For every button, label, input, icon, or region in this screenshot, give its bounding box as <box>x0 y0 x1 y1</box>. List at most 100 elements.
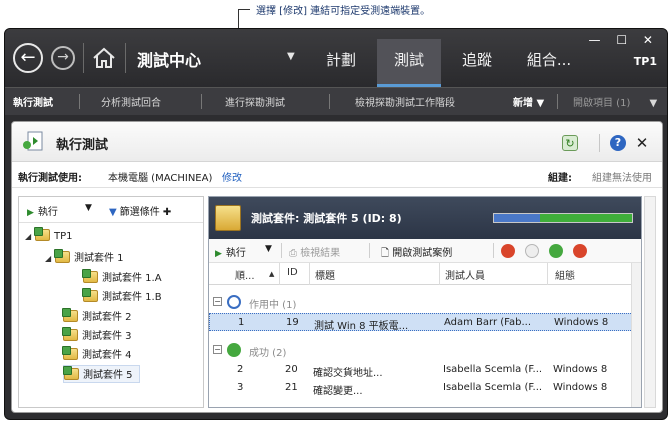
cell-tester: Isabella Scemla (F... <box>443 364 543 375</box>
table-row[interactable]: 2 20 確認交貨地址... Isabella Scemla (F... Win… <box>209 361 641 379</box>
cell-order: 2 <box>237 364 244 375</box>
run-settings-line: 執行測試使用: 本機電腦 (MACHINEA) 修改 組建: 組建無法使用 <box>12 162 662 188</box>
open-items[interactable]: 開啟項目 (1) ▼ <box>573 94 657 109</box>
window-controls[interactable]: — ☐ ✕ <box>589 33 659 47</box>
divider <box>599 134 600 152</box>
tree-node-suite-3[interactable]: 測試套件 3 <box>62 327 132 345</box>
grid-run-button[interactable]: 執行 <box>215 244 246 259</box>
tree-node-label: 測試套件 1.B <box>102 292 162 303</box>
filter-label: 篩選條件 <box>119 207 160 218</box>
reset-test-icon[interactable] <box>525 244 539 258</box>
subnav-analyze-runs[interactable]: 分析測試回合 <box>101 94 161 109</box>
column-id[interactable]: ID <box>287 267 298 278</box>
screenshot-root: 選擇 [修改] 連結可指定受測遠端裝置。 ← → 測試中心 ▼ 計劃 測試 追蹤… <box>0 0 672 424</box>
test-suite-icon <box>63 366 79 380</box>
tab-plan[interactable]: 計劃 <box>311 39 371 87</box>
cell-id: 19 <box>286 317 299 328</box>
chevron-down-icon[interactable]: ▼ <box>287 51 295 62</box>
modify-link[interactable]: 修改 <box>222 169 242 184</box>
tree-node-label: 測試套件 1.A <box>102 273 162 284</box>
test-suite-icon <box>82 288 98 302</box>
help-icon[interactable]: ? <box>610 135 626 151</box>
group-label: 作用中 (1) <box>249 300 297 311</box>
table-row[interactable]: 1 19 測試 Win 8 平板電... Adam Barr (Fab... W… <box>209 313 641 332</box>
test-suite-icon <box>62 346 78 360</box>
collapse-icon[interactable]: − <box>213 297 222 306</box>
column-title[interactable]: 標題 <box>315 267 335 282</box>
open-test-case-button[interactable]: 🗋 開啟測試案例 <box>381 244 452 263</box>
filter-icon: ▼ <box>109 207 117 218</box>
cell-title: 確認變更... <box>313 386 363 397</box>
cell-tester: Isabella Scemla (F... <box>443 382 543 393</box>
column-configuration[interactable]: 組態 <box>555 267 575 282</box>
divider <box>329 94 330 109</box>
tree-node-suite-1b[interactable]: 測試套件 1.B <box>82 288 162 306</box>
test-points-grid: 測試套件: 測試套件 5 (ID: 8) 執行 ▼ ⎙ 檢視結果 🗋 開啟測試案… <box>208 196 642 408</box>
subnav-exploratory[interactable]: 進行探勘測試 <box>225 94 285 109</box>
block-test-icon[interactable] <box>501 244 515 258</box>
subnav-run-tests[interactable]: 執行測試 <box>13 94 53 109</box>
group-passed[interactable]: − 成功 (2) <box>209 341 641 359</box>
filter-button[interactable]: ▼ 篩選條件 ✚ <box>109 203 171 218</box>
progress-passed <box>539 214 632 222</box>
tree-node-label: 測試套件 5 <box>83 370 133 381</box>
view-results-button[interactable]: ⎙ 檢視結果 <box>289 244 340 259</box>
new-menu[interactable]: 新增 ▼ <box>513 94 544 109</box>
column-order[interactable]: 順... <box>235 267 255 282</box>
tree-node-label: TP1 <box>54 231 73 242</box>
fail-test-icon[interactable] <box>573 244 587 258</box>
tree-node-suite-5[interactable]: 測試套件 5 <box>63 365 140 383</box>
collapse-icon[interactable]: − <box>213 345 222 354</box>
tab-build[interactable]: 組合... <box>513 39 585 87</box>
tree-node-label: 測試套件 1 <box>74 253 124 264</box>
panel-title: 執行測試 <box>56 138 109 153</box>
cell-title: 確認交貨地址... <box>313 368 383 379</box>
forward-button[interactable]: → <box>51 46 75 70</box>
tree-node-suite-1[interactable]: ◢ 測試套件 1 <box>45 249 124 267</box>
view-results-label: 檢視結果 <box>300 248 341 259</box>
divider <box>557 94 558 109</box>
test-suite-icon <box>82 269 98 283</box>
pass-test-icon[interactable] <box>549 244 563 258</box>
machine-name: 本機電腦 (MACHINEA) <box>108 173 213 184</box>
back-button[interactable]: ← <box>13 43 43 73</box>
column-tester[interactable]: 測試人員 <box>445 267 485 282</box>
table-row[interactable]: 3 21 確認變更... Isabella Scemla (F... Windo… <box>209 379 641 397</box>
cell-tester: Adam Barr (Fab... <box>444 317 532 328</box>
grid-scrollbar[interactable] <box>631 263 641 407</box>
divider <box>83 43 84 73</box>
suite-progress-bar <box>493 213 633 223</box>
tab-test[interactable]: 測試 <box>377 39 441 87</box>
cell-title: 測試 Win 8 平板電... <box>314 321 409 332</box>
cell-order: 1 <box>238 317 245 328</box>
subnav-view-sessions[interactable]: 檢視探勘測試工作階段 <box>355 94 455 109</box>
chevron-down-icon[interactable]: ▼ <box>85 203 92 213</box>
panel-scrollbar[interactable] <box>644 196 656 408</box>
refresh-icon[interactable]: ↻ <box>562 135 578 151</box>
divider <box>309 263 310 285</box>
grid-toolbar: 執行 ▼ ⎙ 檢視結果 🗋 開啟測試案例 <box>209 239 641 263</box>
tree-node-suite-4[interactable]: 測試套件 4 <box>62 346 132 364</box>
test-plan-icon <box>34 227 50 241</box>
divider <box>201 94 202 109</box>
tree-node-tp1[interactable]: ◢ TP1 <box>25 227 73 247</box>
chevron-down-icon[interactable]: ▼ <box>265 244 272 254</box>
home-icon[interactable] <box>91 45 117 71</box>
tree-node-label: 測試套件 4 <box>82 350 132 361</box>
test-suite-icon <box>62 308 78 322</box>
tree-node-suite-1a[interactable]: 測試套件 1.A <box>82 269 162 287</box>
run-tests-icon <box>23 131 43 151</box>
in-progress-icon <box>227 295 241 309</box>
sub-navigation: 執行測試 分析測試回合 進行探勘測試 檢視探勘測試工作階段 新增 ▼ 開啟項目 … <box>5 87 667 115</box>
close-icon[interactable]: ✕ <box>634 135 650 151</box>
run-with-label: 執行測試使用: <box>18 173 82 184</box>
group-label: 成功 (2) <box>249 348 287 359</box>
group-active[interactable]: − 作用中 (1) <box>209 293 641 311</box>
tree-node-suite-2[interactable]: 測試套件 2 <box>62 308 132 326</box>
tab-track[interactable]: 追蹤 <box>447 39 507 87</box>
cell-order: 3 <box>237 382 244 393</box>
run-tests-panel: 執行測試 ↻ ? ✕ 執行測試使用: 本機電腦 (MACHINEA) 修改 組建… <box>11 121 663 413</box>
divider <box>279 263 280 285</box>
tree-run-button[interactable]: 執行 <box>27 203 58 218</box>
top-bar: ← → 測試中心 ▼ 計劃 測試 追蹤 組合... — ☐ ✕ TP1 <box>5 29 667 87</box>
